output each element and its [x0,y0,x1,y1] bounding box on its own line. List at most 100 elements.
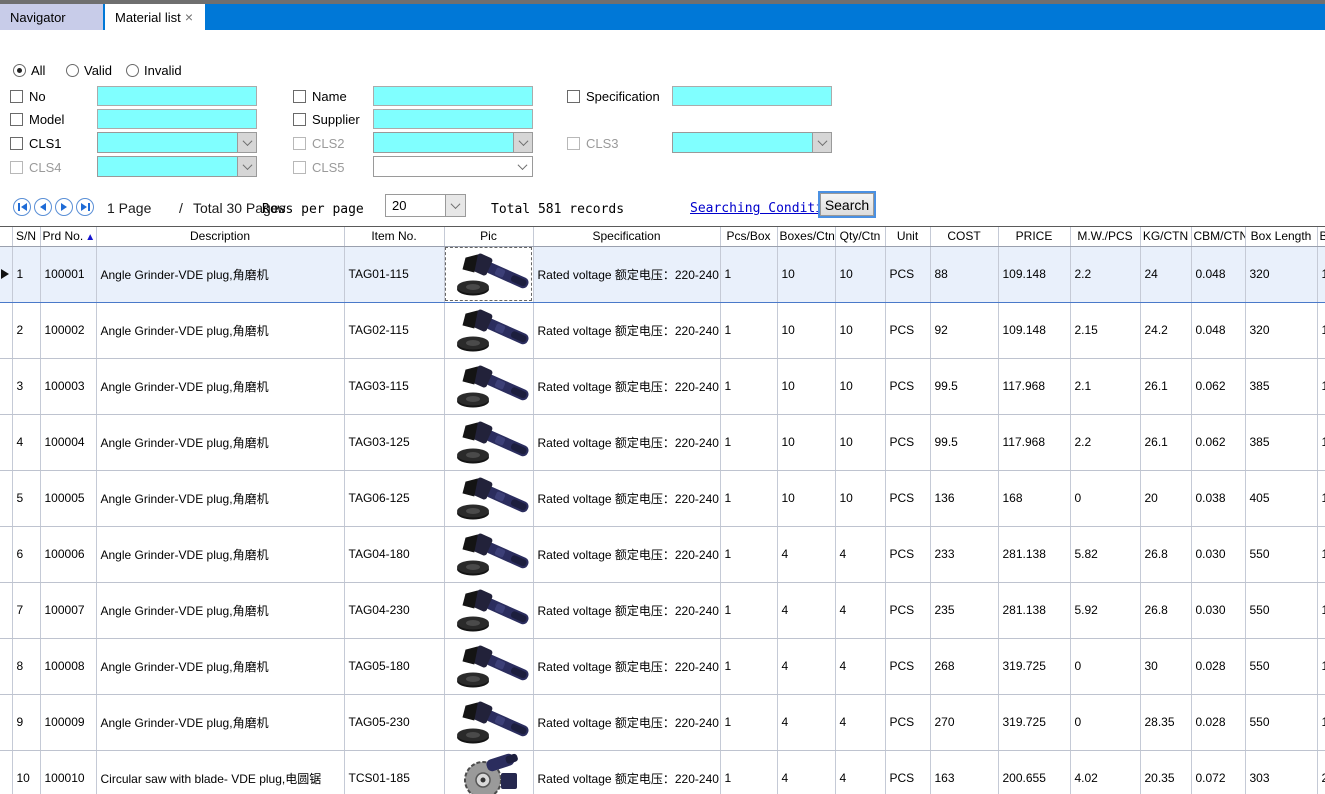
checkbox-no[interactable]: No [10,86,46,106]
checkbox-name[interactable]: Name [293,86,347,106]
table-row[interactable]: 6100006Angle Grinder-VDE plug,角磨机TAG04-1… [0,526,1325,582]
last-page-button[interactable] [76,198,94,216]
column-header-boxes_ctn[interactable]: Boxes/Ctn [777,227,835,246]
tab-material-list[interactable]: Material list × [105,4,205,30]
column-header-b[interactable]: B [1317,227,1325,246]
first-page-button[interactable] [13,198,31,216]
table-row[interactable]: 7100007Angle Grinder-VDE plug,角磨机TAG04-2… [0,582,1325,638]
checkbox-specification[interactable]: Specification [567,86,660,106]
column-header-prd[interactable]: Prd No.▲ [40,227,96,246]
table-row[interactable]: 8100008Angle Grinder-VDE plug,角磨机TAG05-1… [0,638,1325,694]
radio-invalid-icon [126,64,139,77]
cell-qty_ctn: 4 [835,694,885,750]
cell-price: 319.725 [998,694,1070,750]
column-header-desc[interactable]: Description [96,227,344,246]
cell-item: TAG05-230 [344,694,444,750]
cell-box_len: 385 [1245,358,1317,414]
row-selector[interactable] [0,246,12,302]
column-header-unit[interactable]: Unit [885,227,930,246]
cell-cbm_ctn: 0.038 [1191,470,1245,526]
row-selector[interactable] [0,750,12,794]
cls4-dropdown[interactable] [97,156,257,177]
specification-input[interactable] [672,86,832,106]
next-page-button[interactable] [55,198,73,216]
checkbox-supplier[interactable]: Supplier [293,109,360,129]
previous-page-button[interactable] [34,198,52,216]
cell-price: 117.968 [998,358,1070,414]
column-header-pcs_box[interactable]: Pcs/Box [720,227,777,246]
column-header-pic[interactable]: Pic [444,227,533,246]
close-icon[interactable]: × [183,10,195,24]
supplier-input[interactable] [373,109,533,129]
tab-navigator[interactable]: Navigator [0,4,103,30]
cell-unit: PCS [885,302,930,358]
cell-cbm_ctn: 0.030 [1191,526,1245,582]
checkbox-cls4[interactable]: CLS4 [10,157,62,177]
checkbox-model[interactable]: Model [10,109,64,129]
checkbox-cls1[interactable]: CLS1 [10,133,62,153]
table-row[interactable]: 2100002Angle Grinder-VDE plug,角磨机TAG02-1… [0,302,1325,358]
column-header-price[interactable]: PRICE [998,227,1070,246]
checkbox-name-box [293,90,306,103]
cell-price: 109.148 [998,302,1070,358]
radio-invalid[interactable]: Invalid [126,63,182,78]
cell-prd: 100007 [40,582,96,638]
cell-spec: Rated voltage 额定电压：220-240 [533,582,720,638]
column-header-kg_ctn[interactable]: KG/CTN [1140,227,1191,246]
angle-grinder-image [449,417,531,468]
table-row[interactable]: 10100010Circular saw with blade- VDE plu… [0,750,1325,794]
rows-per-page-select[interactable]: 20 [385,194,466,217]
checkbox-cls3[interactable]: CLS3 [567,133,619,153]
column-header-spec[interactable]: Specification [533,227,720,246]
chevron-down-icon [242,160,252,170]
column-header-item[interactable]: Item No. [344,227,444,246]
cell-desc: Angle Grinder-VDE plug,角磨机 [96,470,344,526]
cell-sn: 4 [12,414,40,470]
table-row[interactable]: 9100009Angle Grinder-VDE plug,角磨机TAG05-2… [0,694,1325,750]
row-selector[interactable] [0,358,12,414]
row-selector[interactable] [0,302,12,358]
cell-box_len: 550 [1245,638,1317,694]
cell-mw_pcs: 0 [1070,694,1140,750]
name-input[interactable] [373,86,533,106]
no-input[interactable] [97,86,257,106]
row-selector[interactable] [0,526,12,582]
table-row[interactable]: 3100003Angle Grinder-VDE plug,角磨机TAG03-1… [0,358,1325,414]
search-button[interactable]: Search [818,191,876,218]
row-selector[interactable] [0,414,12,470]
row-selector[interactable] [0,470,12,526]
cls5-dropdown[interactable] [373,156,533,177]
row-selector[interactable] [0,638,12,694]
radio-valid[interactable]: Valid [66,63,112,78]
checkbox-cls4-label: CLS4 [29,160,62,175]
checkbox-cls2[interactable]: CLS2 [293,133,345,153]
checkbox-cls5[interactable]: CLS5 [293,157,345,177]
cell-cost: 92 [930,302,998,358]
cls1-dropdown[interactable] [97,132,257,153]
column-header-box_len[interactable]: Box Length [1245,227,1317,246]
checkbox-supplier-label: Supplier [312,112,360,127]
material-table: S/NPrd No.▲DescriptionItem No.PicSpecifi… [0,226,1325,794]
cell-sn: 2 [12,302,40,358]
cell-pcs_box: 1 [720,526,777,582]
cell-cost: 88 [930,246,998,302]
cls2-dropdown[interactable] [373,132,533,153]
column-header-cost[interactable]: COST [930,227,998,246]
cls3-dropdown[interactable] [672,132,832,153]
cell-b: 1 [1317,526,1325,582]
model-input[interactable] [97,109,257,129]
table-row[interactable]: 1100001Angle Grinder-VDE plug,角磨机TAG01-1… [0,246,1325,302]
cell-sn: 9 [12,694,40,750]
table-row[interactable]: 5100005Angle Grinder-VDE plug,角磨机TAG06-1… [0,470,1325,526]
row-selector[interactable] [0,694,12,750]
radio-all[interactable]: All [13,63,45,78]
column-header-mw_pcs[interactable]: M.W./PCS [1070,227,1140,246]
row-selector[interactable] [0,582,12,638]
column-header-cbm_ctn[interactable]: CBM/CTN [1191,227,1245,246]
table-row[interactable]: 4100004Angle Grinder-VDE plug,角磨机TAG03-1… [0,414,1325,470]
column-header-sn[interactable]: S/N [12,227,40,246]
column-header-qty_ctn[interactable]: Qty/Ctn [835,227,885,246]
cell-boxes_ctn: 4 [777,526,835,582]
cell-kg_ctn: 26.1 [1140,358,1191,414]
searching-condition-link[interactable]: Searching Condition [690,201,839,216]
